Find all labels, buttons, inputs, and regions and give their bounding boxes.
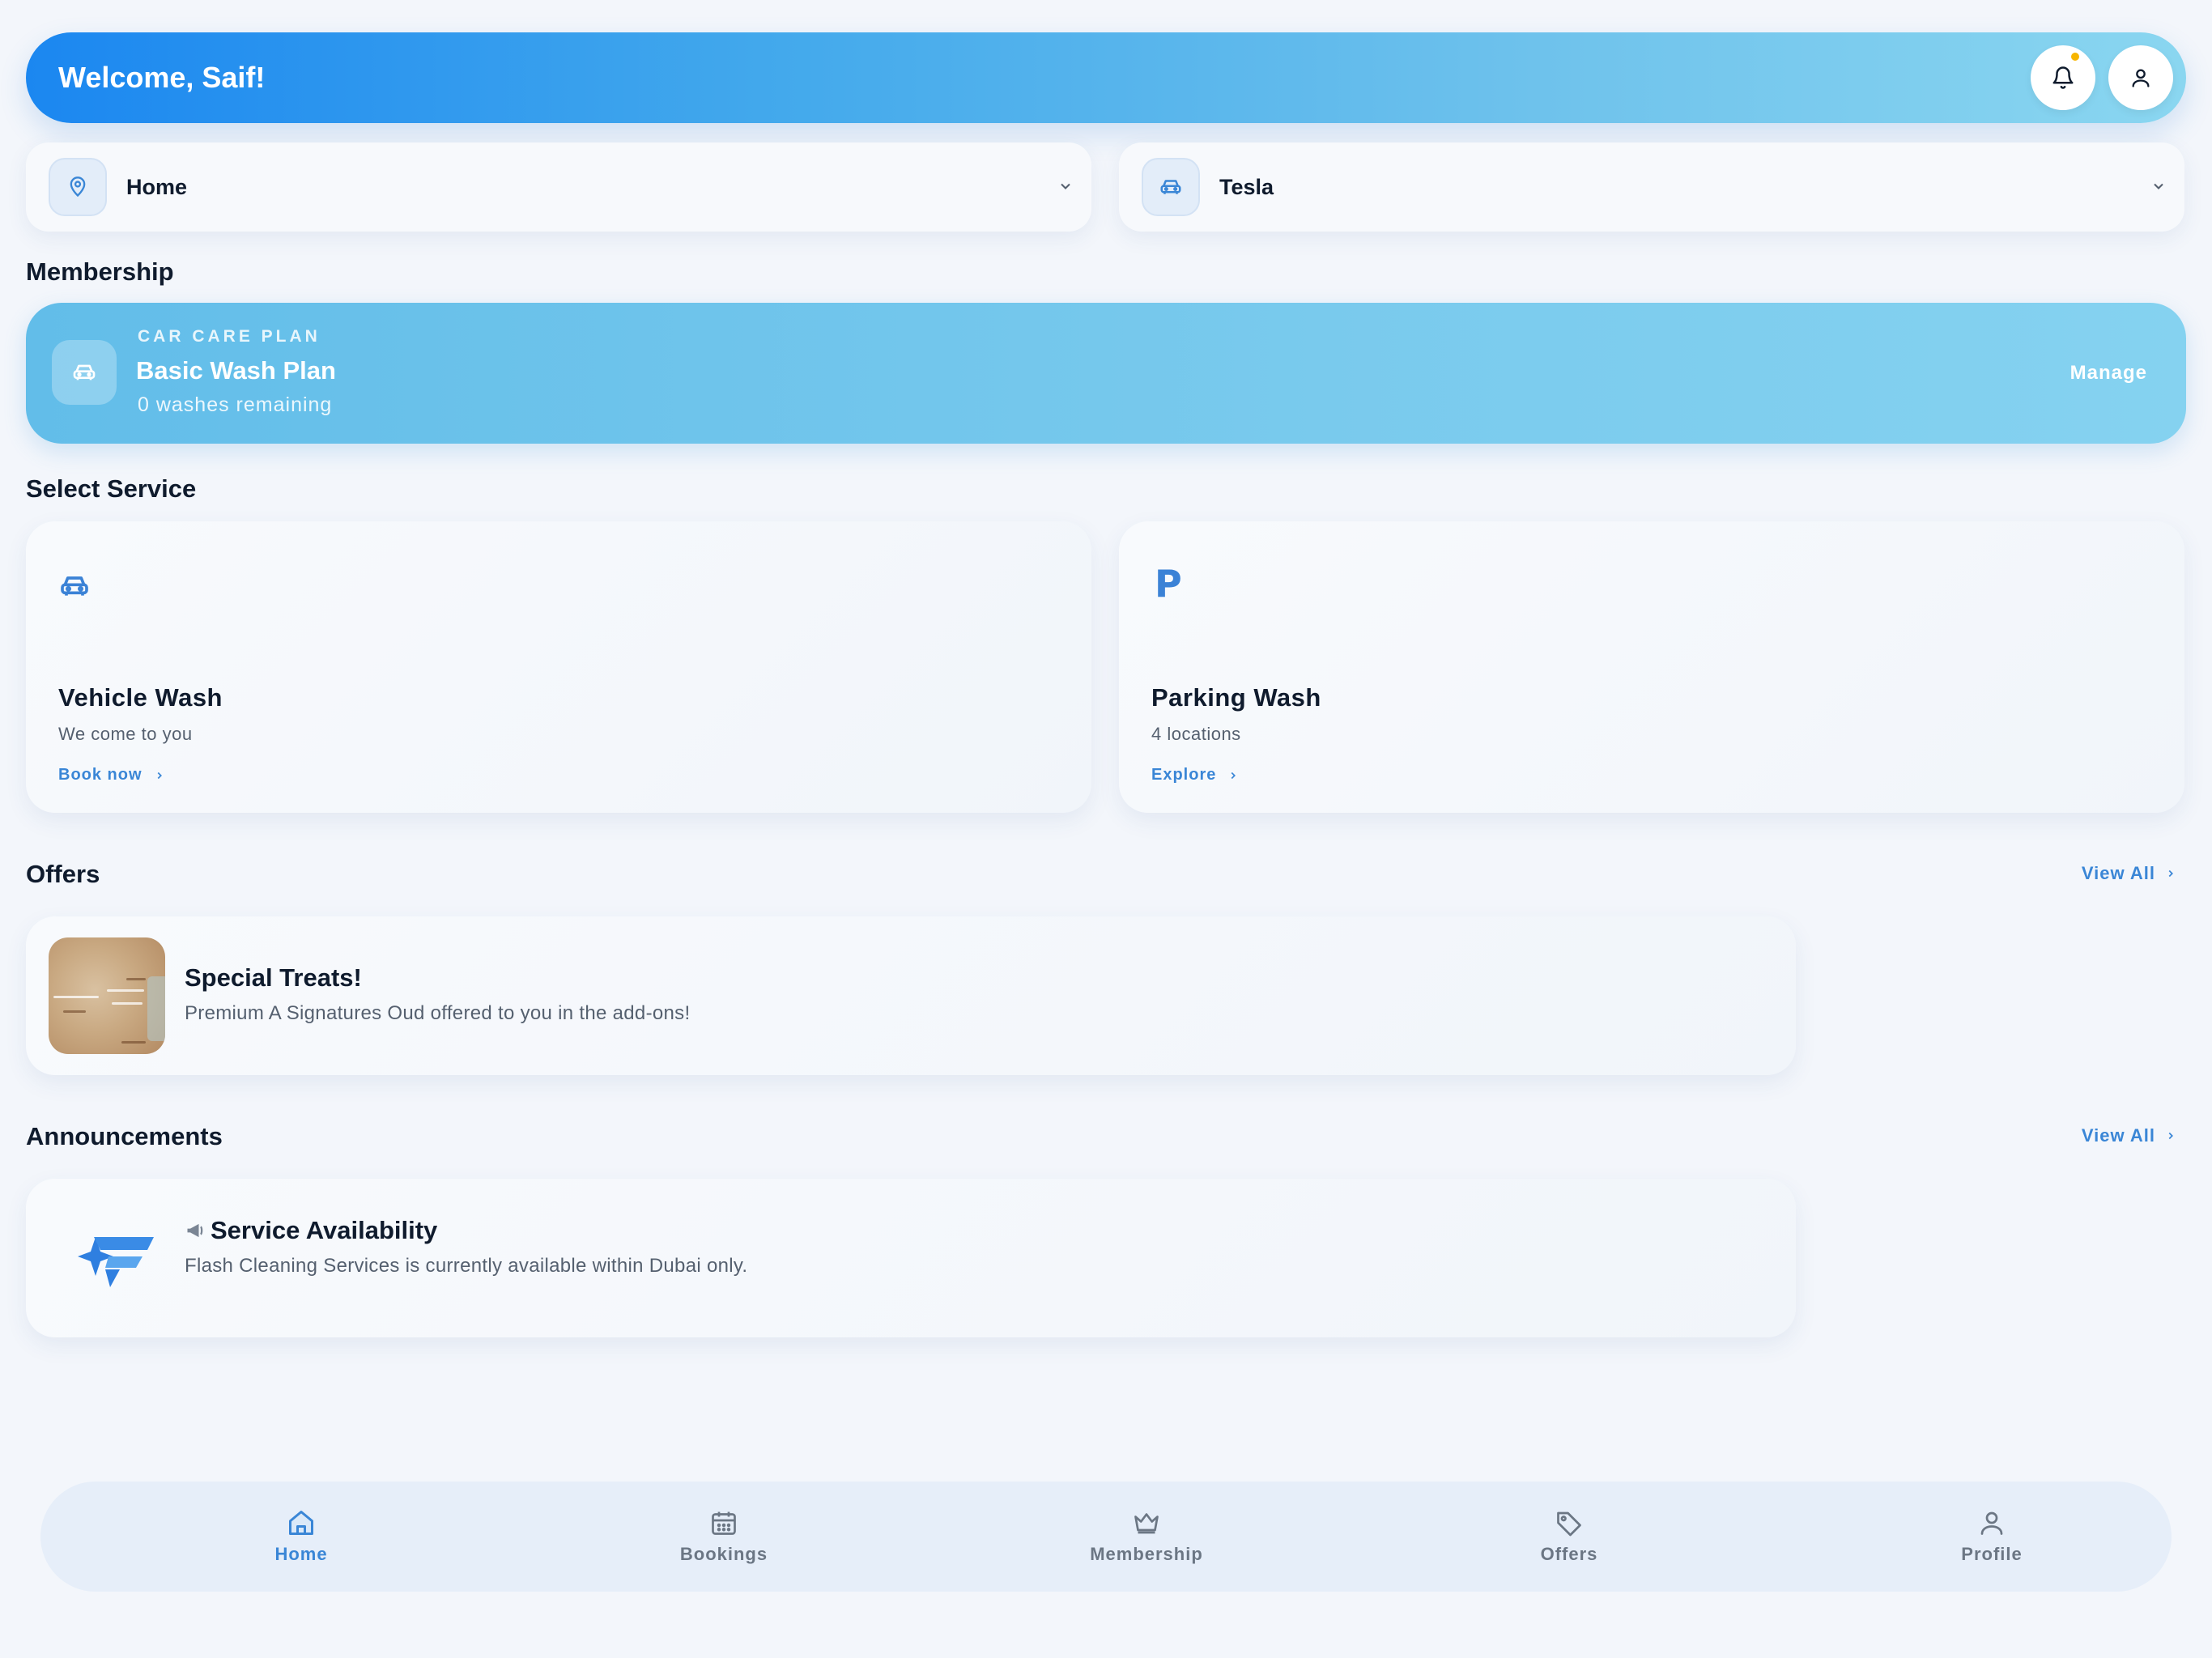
offer-description: Premium A Signatures Oud offered to you … [185, 1002, 691, 1024]
welcome-title: Welcome, Saif! [58, 61, 266, 94]
tag-icon [1557, 1511, 1581, 1537]
nav-membership-label: Membership [1090, 1544, 1203, 1564]
chevron-right-icon [2168, 1132, 2173, 1140]
nav-home-label: Home [274, 1544, 328, 1564]
membership-icon-box [52, 340, 117, 405]
membership-card[interactable]: CAR CARE PLAN Basic Wash Plan 0 washes r… [26, 303, 2186, 444]
vehicle-icon-box [1142, 158, 1200, 216]
location-pin-icon [70, 176, 86, 198]
notification-dot [2069, 51, 2081, 62]
chevron-right-icon [157, 772, 162, 779]
notifications-button[interactable] [2031, 45, 2095, 110]
nav-membership[interactable]: Membership [1066, 1482, 1227, 1592]
nav-offers-label: Offers [1540, 1544, 1598, 1564]
nav-bookings[interactable]: Bookings [643, 1482, 805, 1592]
offers-view-all[interactable]: View All [2082, 863, 2176, 884]
nav-home[interactable]: Home [220, 1482, 382, 1592]
location-selector[interactable]: Home [26, 142, 1091, 232]
view-all-label: View All [2081, 1125, 2155, 1146]
vehicle-label: Tesla [1219, 175, 1274, 199]
plan-kicker: CAR CARE PLAN [138, 327, 321, 346]
home-screen: Welcome, Saif! Home Tesla Membership CAR… [0, 0, 2212, 1658]
explore-link[interactable]: Explore [1151, 766, 1239, 784]
car-icon [73, 364, 96, 380]
parking-icon: P [1155, 562, 1182, 606]
parking-wash-title: Parking Wash [1151, 683, 1321, 712]
view-all-label: View All [2081, 863, 2155, 883]
bottom-navigation: Home Bookings Membership Offers Profile [40, 1482, 2172, 1592]
flash-brand-logo-icon [78, 1237, 154, 1287]
vehicle-wash-card[interactable]: Vehicle Wash We come to you Book now [26, 521, 1091, 813]
announcement-title: Service Availability [211, 1216, 438, 1244]
membership-section-title: Membership [26, 257, 174, 286]
home-icon [289, 1511, 313, 1535]
nav-profile-label: Profile [1961, 1544, 2023, 1564]
offer-title: Special Treats! [185, 963, 362, 992]
plan-name: Basic Wash Plan [136, 356, 336, 385]
chevron-down-icon [2154, 183, 2163, 189]
location-icon-box [49, 158, 107, 216]
book-now-label: Book now [58, 766, 143, 784]
chevron-right-icon [2168, 869, 2173, 878]
offer-card[interactable]: Special Treats! Premium A Signatures Oud… [26, 916, 1796, 1075]
vehicle-wash-title: Vehicle Wash [58, 683, 223, 712]
car-icon [61, 576, 88, 596]
nav-offers[interactable]: Offers [1488, 1482, 1650, 1592]
nav-bookings-label: Bookings [679, 1544, 768, 1564]
announcement-card[interactable]: Service Availability Flash Cleaning Serv… [26, 1179, 1796, 1337]
user-icon [1980, 1511, 2003, 1535]
calendar-icon [712, 1511, 736, 1535]
announcements-section-title: Announcements [26, 1122, 223, 1150]
explore-label: Explore [1151, 766, 1217, 784]
offers-section-title: Offers [26, 860, 100, 888]
chevron-down-icon [1061, 183, 1070, 189]
announcements-view-all[interactable]: View All [2082, 1125, 2176, 1146]
book-now-link[interactable]: Book now [58, 766, 165, 784]
offer-image [49, 937, 165, 1054]
washes-remaining: 0 washes remaining [138, 393, 333, 416]
manage-button[interactable]: Manage [2070, 303, 2147, 444]
select-service-title: Select Service [26, 474, 197, 503]
user-icon [2132, 69, 2150, 87]
vehicle-wash-subtitle: We come to you [58, 724, 193, 744]
bell-icon [2052, 66, 2074, 89]
welcome-header: Welcome, Saif! [26, 32, 2186, 123]
chevron-right-icon [1231, 772, 1236, 779]
crown-icon [1134, 1513, 1159, 1534]
location-label: Home [126, 175, 188, 199]
vehicle-selector[interactable]: Tesla [1119, 142, 2184, 232]
parking-wash-card[interactable]: P Parking Wash 4 locations Explore [1119, 521, 2184, 813]
announcement-description: Flash Cleaning Services is currently ava… [185, 1255, 748, 1277]
nav-profile[interactable]: Profile [1911, 1482, 2073, 1592]
parking-wash-subtitle: 4 locations [1151, 724, 1241, 744]
profile-button[interactable] [2108, 45, 2173, 110]
car-icon [1160, 180, 1181, 194]
megaphone-icon [187, 1223, 203, 1238]
